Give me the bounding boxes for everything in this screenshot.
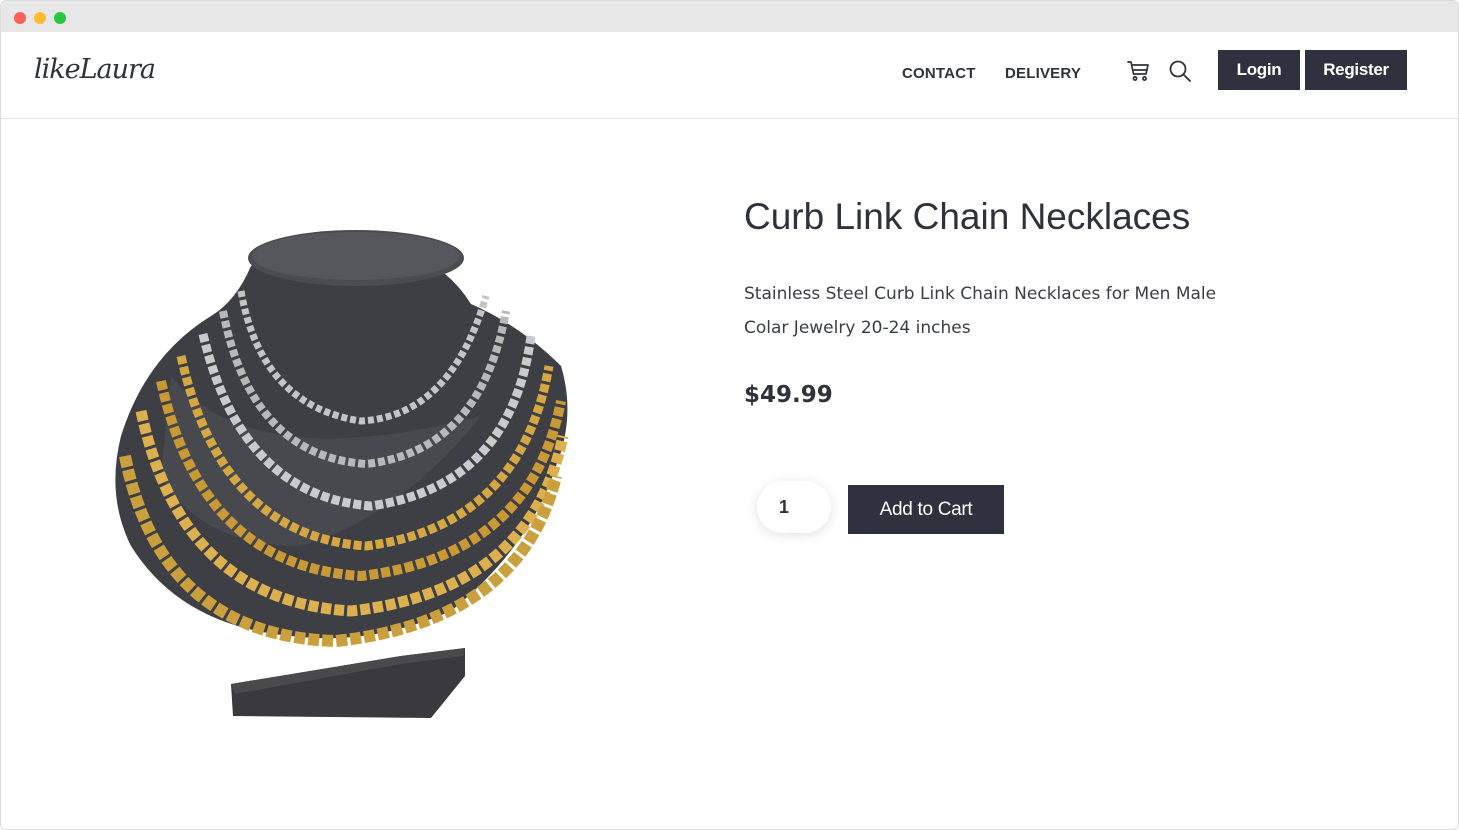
window-titlebar <box>1 1 1458 32</box>
product-image <box>101 216 581 746</box>
register-button[interactable]: Register <box>1305 50 1407 90</box>
product-price: $49.99 <box>744 382 833 408</box>
search-icon[interactable] <box>1167 58 1193 84</box>
add-to-cart-button[interactable]: Add to Cart <box>848 485 1004 534</box>
login-button[interactable]: Login <box>1218 50 1300 90</box>
cart-icon[interactable] <box>1126 58 1152 84</box>
nav-link-contact[interactable]: CONTACT <box>902 65 976 82</box>
site-logo[interactable]: likeLaura <box>34 54 156 85</box>
quantity-input[interactable] <box>757 481 831 533</box>
nav-link-delivery[interactable]: DELIVERY <box>1005 65 1081 82</box>
close-window-button[interactable] <box>14 12 26 24</box>
product-title: Curb Link Chain Necklaces <box>744 196 1191 237</box>
browser-window: likeLaura CONTACT DELIVERY Login Registe… <box>0 0 1459 830</box>
minimize-window-button[interactable] <box>34 12 46 24</box>
maximize-window-button[interactable] <box>54 12 66 24</box>
site-header: likeLaura CONTACT DELIVERY Login Registe… <box>1 32 1458 119</box>
product-description: Stainless Steel Curb Link Chain Necklace… <box>744 284 1217 338</box>
